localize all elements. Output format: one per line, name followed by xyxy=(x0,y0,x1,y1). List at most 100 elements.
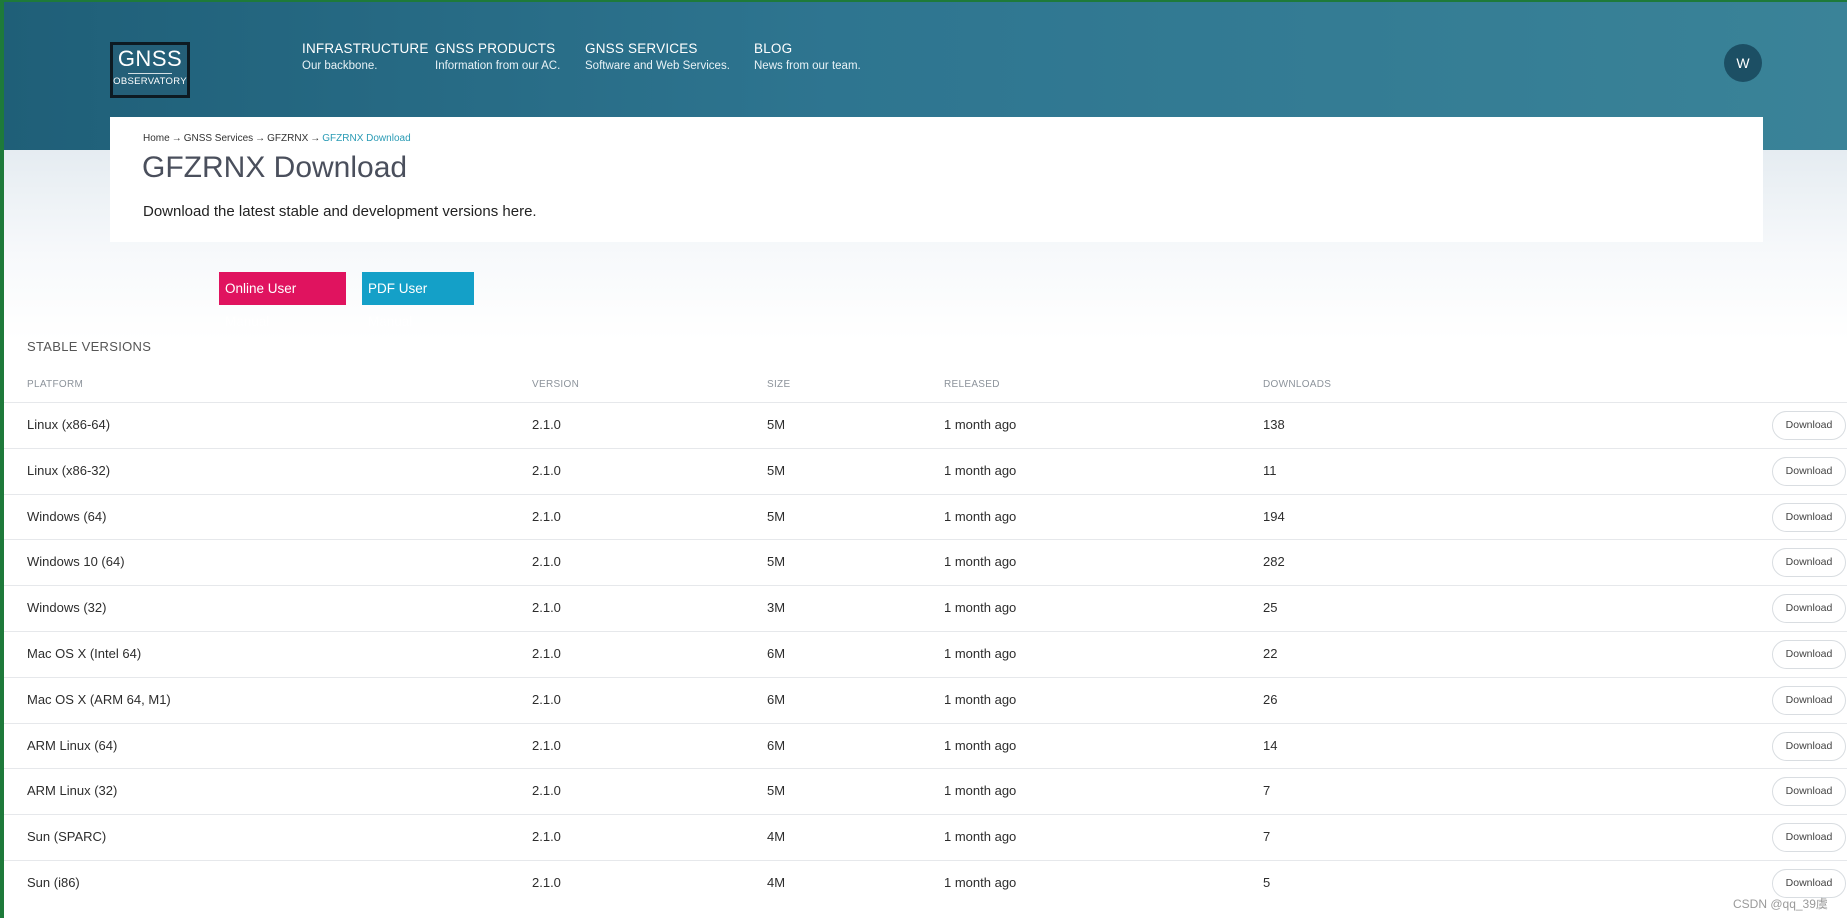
site-logo[interactable]: GNSS OBSERVATORY xyxy=(110,42,190,98)
table-row: Linux (x86-32) 2.1.0 5M 1 month ago 11 D… xyxy=(4,447,1847,494)
nav-item-gnss-products[interactable]: GNSS PRODUCTS Information from our AC. xyxy=(435,41,560,72)
table-row: Mac OS X (ARM 64, M1) 2.1.0 6M 1 month a… xyxy=(4,676,1847,723)
cell-size: 5M xyxy=(767,508,786,524)
download-button[interactable]: Download xyxy=(1772,594,1846,624)
cell-downloads: 282 xyxy=(1263,554,1285,570)
cell-released: 1 month ago xyxy=(944,737,1017,753)
cell-downloads: 14 xyxy=(1263,737,1278,753)
breadcrumb-gfzrnx[interactable]: GFZRNX xyxy=(267,133,308,144)
column-header-released: RELEASED xyxy=(944,379,1000,390)
watermark: CSDN @qq_39虞 xyxy=(1733,897,1828,911)
user-avatar[interactable]: W xyxy=(1724,44,1762,82)
page-subtitle: Download the latest stable and developme… xyxy=(143,203,537,220)
download-button[interactable]: Download xyxy=(1772,685,1846,715)
download-button[interactable]: Download xyxy=(1772,823,1846,853)
cell-platform: Windows (64) xyxy=(27,508,107,524)
cell-released: 1 month ago xyxy=(944,829,1017,845)
page: GNSS OBSERVATORY INFRASTRUCTURE Our back… xyxy=(0,0,1847,918)
cell-size: 5M xyxy=(767,417,786,432)
cell-version: 2.1.0 xyxy=(532,645,561,661)
download-button[interactable]: Download xyxy=(1772,731,1846,761)
download-button[interactable]: Download xyxy=(1772,548,1846,578)
nav-item-title: INFRASTRUCTURE xyxy=(302,41,429,56)
nav-item-subtitle: Our backbone. xyxy=(302,60,378,72)
cell-version: 2.1.0 xyxy=(532,737,561,753)
online-user-manual-button[interactable]: Online User Manual xyxy=(219,272,346,329)
logo-subtitle: OBSERVATORY xyxy=(113,76,187,87)
cell-size: 5M xyxy=(767,462,786,478)
logo-divider xyxy=(128,73,172,74)
arrow-right-icon: → xyxy=(310,133,321,144)
download-button[interactable]: Download xyxy=(1772,639,1846,669)
cell-size: 4M xyxy=(767,874,786,890)
cell-size: 5M xyxy=(767,554,786,570)
cell-platform: Linux (x86-64) xyxy=(27,417,111,432)
cell-platform: Mac OS X (ARM 64, M1) xyxy=(27,691,171,707)
table-row: Sun (SPARC) 2.1.0 4M 1 month ago 7 Downl… xyxy=(4,814,1847,860)
cell-released: 1 month ago xyxy=(944,600,1017,616)
versions-table: Linux (x86-64) 2.1.0 5M 1 month ago 138 … xyxy=(4,402,1847,906)
cell-size: 6M xyxy=(767,645,786,661)
cell-platform: Windows (32) xyxy=(27,600,107,616)
breadcrumb-home[interactable]: Home xyxy=(143,133,170,144)
page-title: GFZRNX Download xyxy=(142,151,408,184)
cell-version: 2.1.0 xyxy=(532,417,561,432)
cell-released: 1 month ago xyxy=(944,783,1017,799)
cell-version: 2.1.0 xyxy=(532,874,561,890)
download-button[interactable]: Download xyxy=(1772,411,1846,440)
cell-released: 1 month ago xyxy=(944,508,1017,524)
cell-downloads: 194 xyxy=(1263,508,1285,524)
nav-item-title: GNSS SERVICES xyxy=(585,41,698,56)
cell-downloads: 11 xyxy=(1263,462,1277,478)
cell-version: 2.1.0 xyxy=(532,554,561,570)
cell-size: 3M xyxy=(767,600,786,616)
cell-version: 2.1.0 xyxy=(532,462,561,478)
cell-platform: Mac OS X (Intel 64) xyxy=(27,645,142,661)
column-header-size: SIZE xyxy=(767,379,791,390)
table-row: Windows 10 (64) 2.1.0 5M 1 month ago 282… xyxy=(4,539,1847,585)
cell-released: 1 month ago xyxy=(944,874,1017,890)
table-row: Windows (32) 2.1.0 3M 1 month ago 25 Dow… xyxy=(4,585,1847,631)
nav-item-gnss-services[interactable]: GNSS SERVICES Software and Web Services. xyxy=(585,41,730,72)
table-row: Windows (64) 2.1.0 5M 1 month ago 194 Do… xyxy=(4,493,1847,540)
section-title: STABLE VERSIONS xyxy=(27,339,152,354)
download-button[interactable]: Download xyxy=(1772,868,1846,898)
cell-downloads: 26 xyxy=(1263,691,1278,707)
download-button[interactable]: Download xyxy=(1772,502,1846,532)
cell-platform: Sun (SPARC) xyxy=(27,829,107,845)
cell-downloads: 138 xyxy=(1263,417,1285,432)
nav-item-blog[interactable]: BLOG News from our team. xyxy=(754,41,861,72)
cell-version: 2.1.0 xyxy=(532,783,561,799)
cell-platform: Linux (x86-32) xyxy=(27,462,111,478)
cell-downloads: 22 xyxy=(1263,645,1278,661)
nav-item-subtitle: News from our team. xyxy=(754,60,861,72)
table-row: ARM Linux (32) 2.1.0 5M 1 month ago 7 Do… xyxy=(4,768,1847,814)
download-button[interactable]: Download xyxy=(1772,456,1846,486)
cell-downloads: 5 xyxy=(1263,874,1271,890)
nav-item-title: GNSS PRODUCTS xyxy=(435,41,556,56)
cell-downloads: 7 xyxy=(1263,783,1271,799)
arrow-right-icon: → xyxy=(255,133,266,144)
cell-size: 4M xyxy=(767,829,786,845)
cell-version: 2.1.0 xyxy=(532,600,561,616)
cell-platform: Windows 10 (64) xyxy=(27,554,125,570)
cell-platform: Sun (i86) xyxy=(27,874,80,890)
cell-size: 6M xyxy=(767,737,786,753)
table-row: Sun (i86) 2.1.0 4M 1 month ago 5 Downloa… xyxy=(4,859,1847,906)
logo-title: GNSS xyxy=(117,46,183,71)
breadcrumb-gnss-services[interactable]: GNSS Services xyxy=(184,133,253,144)
cell-released: 1 month ago xyxy=(944,417,1017,432)
cell-version: 2.1.0 xyxy=(532,691,561,707)
nav-item-title: BLOG xyxy=(754,41,793,56)
pdf-user-manual-button[interactable]: PDF User Manual xyxy=(362,272,474,329)
download-button[interactable]: Download xyxy=(1772,777,1846,807)
nav-item-infrastructure[interactable]: INFRASTRUCTURE Our backbone. xyxy=(302,41,429,72)
cell-released: 1 month ago xyxy=(944,554,1017,570)
breadcrumb: Home → GNSS Services → GFZRNX → GFZRNX Downloa… xyxy=(143,133,411,144)
cell-platform: ARM Linux (64) xyxy=(27,737,118,753)
table-row: ARM Linux (64) 2.1.0 6M 1 month ago 14 D… xyxy=(4,722,1847,769)
cell-size: 5M xyxy=(767,783,786,799)
cell-size: 6M xyxy=(767,691,786,707)
cell-released: 1 month ago xyxy=(944,462,1017,478)
cell-released: 1 month ago xyxy=(944,691,1017,707)
